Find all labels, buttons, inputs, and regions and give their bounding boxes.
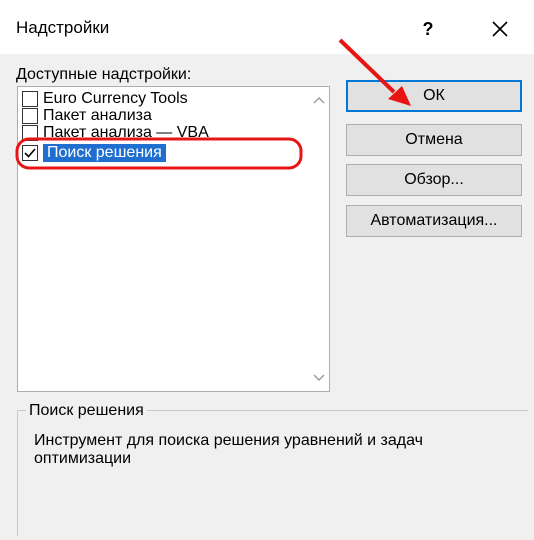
highlight-ellipse	[15, 137, 303, 170]
annotation-overlay	[15, 38, 411, 170]
addins-dialog: Надстройки ? Доступные надстройки: Euro …	[0, 0, 534, 540]
arrow-shaft	[338, 38, 396, 94]
